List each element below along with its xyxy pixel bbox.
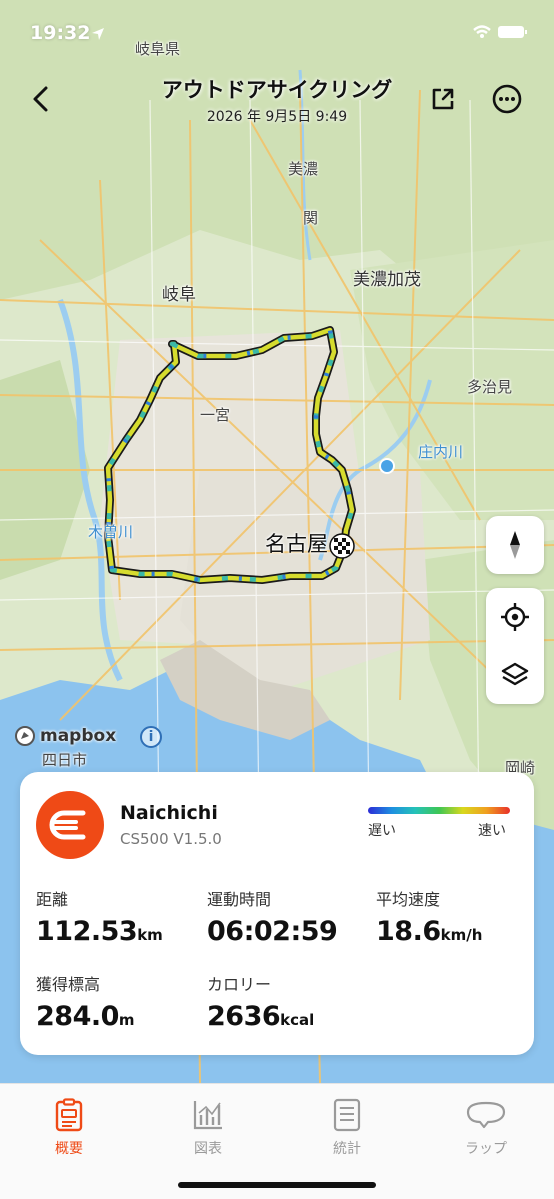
crosshair-icon — [501, 603, 529, 631]
map-label-gifu-pref: 岐阜県 — [135, 40, 181, 58]
chart-icon — [193, 1101, 222, 1130]
stat-unit: km/h — [440, 926, 483, 944]
stat-value: 06:02:59 — [207, 916, 338, 947]
stat-value: 284.0 — [36, 1001, 119, 1032]
map-label-seki: 関 — [303, 209, 319, 227]
stat-label: 距離 — [36, 890, 69, 909]
tab-chart[interactable]: 図表 — [168, 1096, 248, 1158]
finish-flag-icon — [329, 533, 355, 559]
stat-label: カロリー — [207, 975, 272, 994]
tab-label: 図表 — [194, 1141, 222, 1157]
mapbox-logo: mapbox — [14, 725, 116, 747]
home-indicator — [178, 1182, 376, 1188]
stat-label: 平均速度 — [376, 890, 441, 909]
stat-avg-speed: 平均速度 18.6km/h — [376, 886, 482, 947]
summary-icon — [55, 1098, 83, 1132]
tab-label: 統計 — [333, 1141, 361, 1157]
stat-value: 112.53 — [36, 916, 138, 947]
location-arrow-icon — [92, 28, 104, 40]
map-label-shonaigawa: 庄内川 — [418, 443, 464, 461]
stat-distance: 距離 112.53km — [36, 886, 163, 947]
map-label-gifu: 岐阜 — [162, 285, 196, 305]
stat-value: 2636 — [207, 1001, 281, 1032]
layers-icon — [501, 662, 529, 686]
mapbox-attribution: mapbox — [40, 726, 117, 746]
share-button[interactable] — [424, 80, 462, 118]
stat-unit: km — [137, 926, 163, 944]
page-title: アウトドアサイクリング — [161, 78, 393, 102]
map-info-button[interactable]: i — [140, 726, 162, 748]
status-indicators — [470, 24, 530, 44]
activity-date: 2026 年 9月5日 9:49 — [206, 109, 348, 125]
locate-button[interactable] — [486, 588, 544, 646]
more-options-icon — [492, 84, 522, 114]
stat-label: 運動時間 — [207, 890, 272, 909]
tab-stats[interactable]: 統計 — [307, 1096, 387, 1158]
mapbox-icon — [15, 726, 35, 746]
summary-card: Naichichi CS500 V1.5.0 遅い 速い 距離 112.53km… — [20, 772, 534, 1055]
map-tools — [486, 588, 544, 704]
legend-fast-label: 速い — [478, 823, 506, 839]
device-name: Naichichi — [120, 802, 218, 824]
map-label-nagoya: 名古屋 — [265, 532, 328, 556]
compass-button[interactable] — [486, 516, 544, 574]
lap-icon — [466, 1101, 506, 1129]
stat-label: 獲得標高 — [36, 975, 101, 994]
tab-label: 概要 — [55, 1141, 83, 1157]
speed-legend-bar — [368, 807, 510, 814]
tab-summary[interactable]: 概要 — [29, 1096, 109, 1158]
legend-slow-label: 遅い — [368, 823, 396, 839]
stat-duration: 運動時間 06:02:59 — [207, 886, 338, 947]
device-logo — [36, 791, 104, 859]
stat-elevation: 獲得標高 284.0m — [36, 971, 135, 1032]
map-label-yokkaichi: 四日市 — [42, 751, 88, 769]
tab-laps[interactable]: ラップ — [446, 1096, 526, 1158]
stat-value: 18.6 — [376, 916, 441, 947]
map-label-tajimi: 多治見 — [467, 378, 513, 396]
map-label-ichinomiya: 一宮 — [200, 406, 231, 424]
brand-logo-icon — [49, 810, 86, 840]
map-label-minokamo: 美濃加茂 — [353, 270, 421, 290]
share-icon — [432, 88, 454, 110]
stat-unit: kcal — [280, 1011, 315, 1029]
device-model: CS500 V1.5.0 — [120, 830, 222, 848]
wifi-battery-icon — [473, 25, 527, 38]
stat-calories: カロリー 2636kcal — [207, 971, 314, 1032]
layers-button[interactable] — [486, 646, 544, 704]
stat-unit: m — [118, 1011, 135, 1029]
tab-label: ラップ — [465, 1141, 507, 1157]
more-button[interactable] — [488, 80, 526, 118]
list-icon — [333, 1098, 361, 1132]
map-label-kisogawa: 木曽川 — [88, 523, 134, 541]
map-label-mino: 美濃 — [288, 160, 319, 178]
status-time: 19:32 — [30, 22, 91, 44]
compass-icon — [510, 531, 520, 559]
